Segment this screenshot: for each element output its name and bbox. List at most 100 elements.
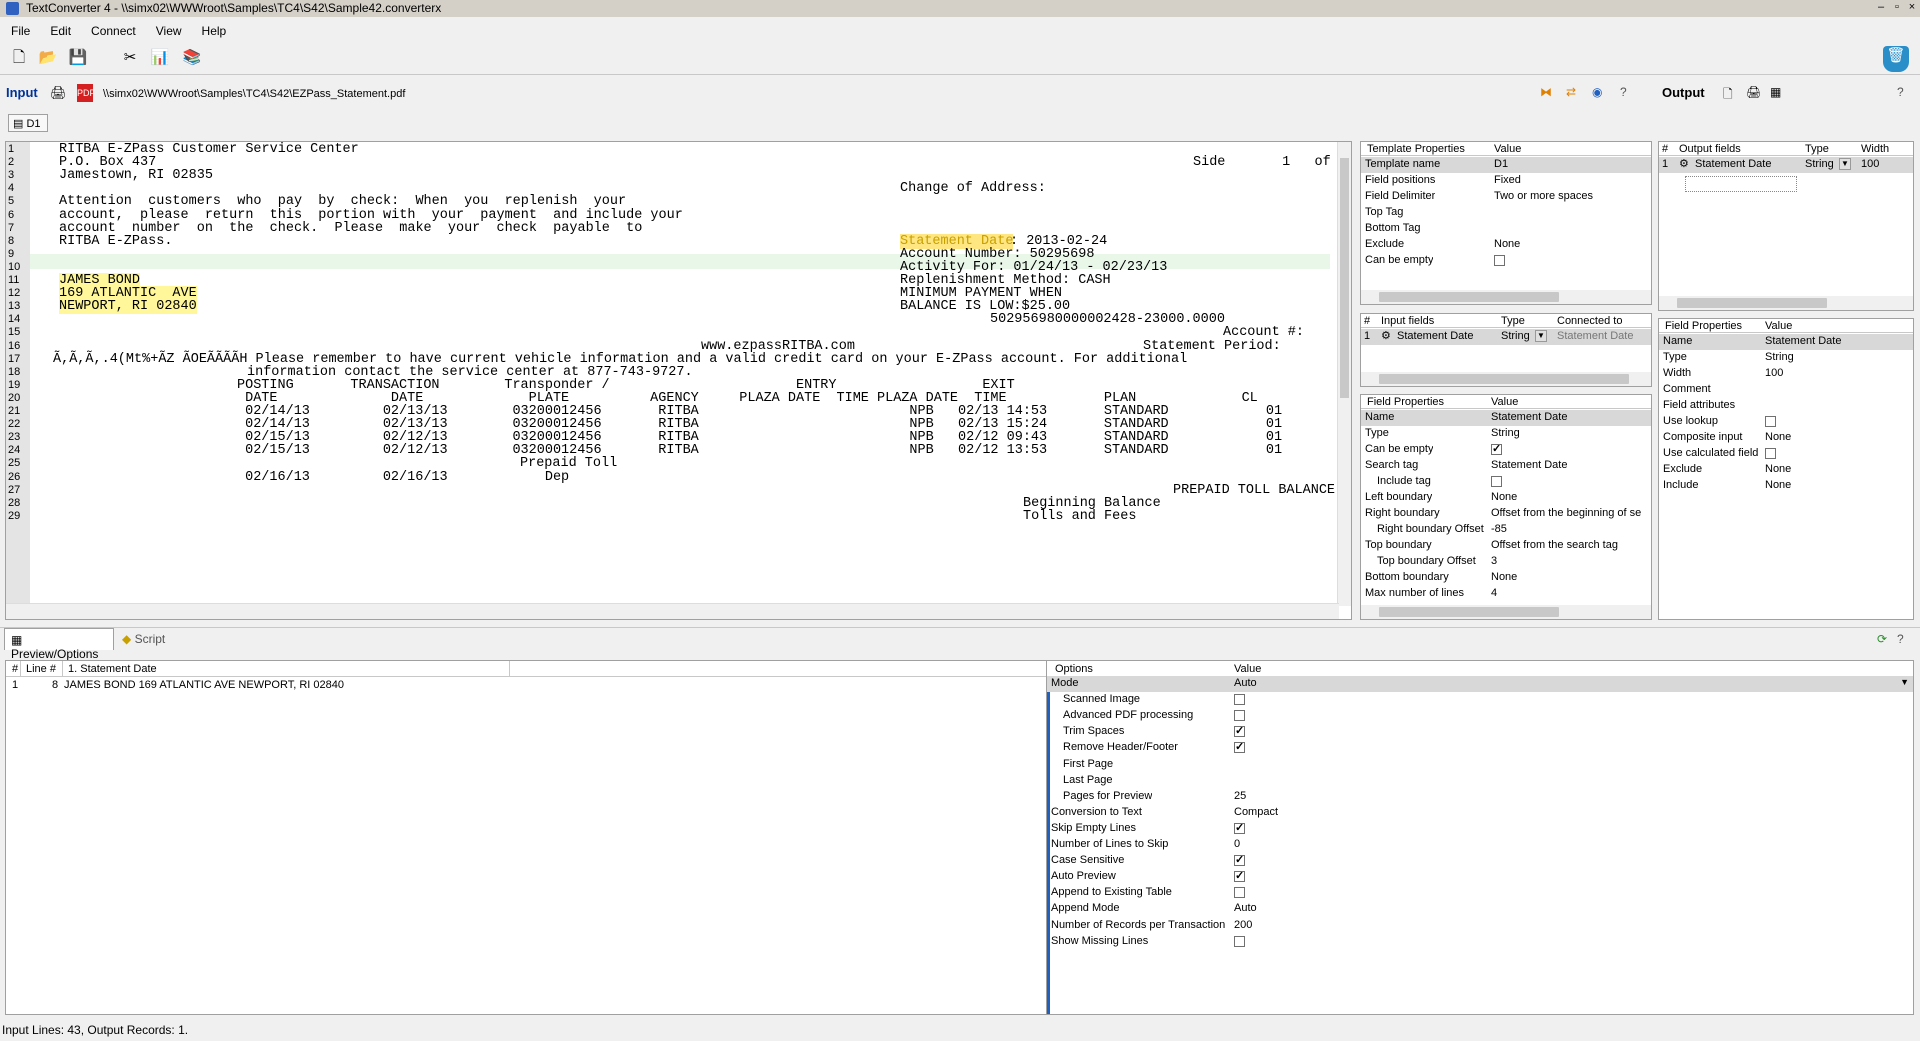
input-field-row[interactable]: 1 ⚙ Statement Date String ▼ Statement Da… xyxy=(1361,329,1651,345)
field_props_in-value[interactable]: String xyxy=(1491,427,1520,439)
field_props_out-row[interactable]: Field attributes xyxy=(1659,398,1913,414)
template-hscroll[interactable] xyxy=(1361,290,1651,304)
field_props_out-checkbox[interactable] xyxy=(1765,416,1776,427)
options-checkbox[interactable] xyxy=(1234,935,1245,947)
field_props_in-value[interactable]: Statement Date xyxy=(1491,459,1567,471)
recycle-bin-icon[interactable]: 🗑 xyxy=(1883,46,1909,72)
field_props_in-row[interactable]: Max number of lines 4 xyxy=(1361,586,1651,602)
help-icon-output[interactable]: ? xyxy=(1897,85,1904,99)
mode-dropdown-icon[interactable]: ▼ xyxy=(1900,677,1909,687)
options-row[interactable]: Show Missing Lines xyxy=(1047,934,1913,950)
field_props_in-value[interactable]: None xyxy=(1491,491,1517,503)
globe-icon[interactable]: ◉ xyxy=(1592,85,1602,99)
menu-connect[interactable]: Connect xyxy=(80,20,145,38)
printer-icon[interactable]: 🖨 xyxy=(50,85,67,101)
field_props_in-row[interactable]: Type String xyxy=(1361,426,1651,442)
menu-help[interactable]: Help xyxy=(191,20,236,38)
close-button[interactable]: × xyxy=(1905,1,1919,13)
template_props-value[interactable]: Two or more spaces xyxy=(1494,190,1593,202)
options-row[interactable]: Number of Records per Transaction 200 xyxy=(1047,918,1913,934)
field_props_in-row[interactable]: Top boundary Offset from the search tag xyxy=(1361,538,1651,554)
split-icon[interactable]: ⧓ xyxy=(1540,85,1552,99)
output-new-icon[interactable]: 🗋 xyxy=(1723,85,1733,106)
template_props-value[interactable]: None xyxy=(1494,238,1520,250)
field_props_in-checkbox[interactable] xyxy=(1491,444,1502,455)
output-field-row[interactable]: 1 ⚙ Statement Date String ▼ 100 xyxy=(1659,157,1913,173)
options-row[interactable]: Case Sensitive xyxy=(1047,853,1913,869)
options-checkbox[interactable] xyxy=(1234,855,1245,867)
options-value[interactable]: 200 xyxy=(1234,919,1252,931)
library-icon[interactable]: 📚 xyxy=(182,48,202,68)
field_props_in-value[interactable]: Statement Date xyxy=(1491,411,1567,423)
save-icon[interactable]: 💾 xyxy=(68,48,88,68)
maximize-button[interactable]: ▫ xyxy=(1890,1,1904,13)
document-hscroll[interactable] xyxy=(6,603,1339,619)
field_props_in-value[interactable]: Offset from the beginning of se xyxy=(1491,507,1641,519)
options-row[interactable]: Mode Auto ▼ xyxy=(1047,676,1913,693)
options-checkbox[interactable] xyxy=(1234,694,1245,706)
field_props_in-row[interactable]: Right boundary Offset -85 xyxy=(1361,522,1651,538)
field_props_out-row[interactable]: Width 100 xyxy=(1659,366,1913,382)
field_props_out-value[interactable]: String xyxy=(1765,351,1794,363)
preview-grid[interactable]: # Line # 1. Statement Date 1 8 JAMES BON… xyxy=(5,660,1047,1015)
output-field-properties-grid[interactable]: Field Properties Value Name Statement Date… xyxy=(1658,318,1914,620)
input-field-type[interactable]: String xyxy=(1501,330,1530,342)
field_props_out-value[interactable]: 100 xyxy=(1765,367,1783,379)
help-icon-input[interactable]: ? xyxy=(1620,85,1627,99)
options-value[interactable]: Auto xyxy=(1234,902,1257,914)
options-row[interactable]: Number of Lines to Skip 0 xyxy=(1047,837,1913,853)
output-print-icon[interactable]: 🖨 xyxy=(1746,85,1761,99)
output-fields-hscroll[interactable] xyxy=(1659,296,1913,310)
field-props-hscroll[interactable] xyxy=(1361,605,1651,619)
options-row[interactable]: First Page xyxy=(1047,757,1913,773)
menu-view[interactable]: View xyxy=(145,20,191,38)
field_props_in-row[interactable]: Bottom boundary None xyxy=(1361,570,1651,586)
options-row[interactable]: Remove Header/Footer xyxy=(1047,740,1913,756)
field_props_out-checkbox[interactable] xyxy=(1765,448,1776,459)
field_props_out-row[interactable]: Use lookup xyxy=(1659,414,1913,430)
options-value[interactable]: 25 xyxy=(1234,790,1246,802)
new-file-icon[interactable]: 🗋 xyxy=(9,48,29,68)
tools-icon[interactable]: ✂ xyxy=(120,48,140,68)
template_props-row[interactable]: Template name D1 xyxy=(1361,157,1651,173)
field_props_in-checkbox[interactable] xyxy=(1491,476,1502,487)
template_props-checkbox[interactable] xyxy=(1494,255,1505,266)
template_props-row[interactable]: Can be empty xyxy=(1361,253,1651,269)
input-fields-grid[interactable]: # Input fields Type Connected to 1 ⚙ Sta… xyxy=(1360,313,1652,387)
tab-d1[interactable]: ▤ D1 xyxy=(8,114,48,132)
field_props_in-row[interactable]: Top boundary Offset 3 xyxy=(1361,554,1651,570)
field_props_out-row[interactable]: Name Statement Date xyxy=(1659,334,1913,350)
field_props_out-value[interactable]: None xyxy=(1765,431,1791,443)
template_props-row[interactable]: Field Delimiter Two or more spaces xyxy=(1361,189,1651,205)
help-icon-bottom[interactable]: ? xyxy=(1897,632,1904,646)
document-pane[interactable]: 1 2 3 4 5 6 7 8 9 10 11 12 13 14 15 16 17 18 19 20 21 22 23 24 2… xyxy=(5,141,1352,620)
tab-script[interactable]: ◆ Script xyxy=(116,628,176,650)
field_props_out-value[interactable]: Statement Date xyxy=(1765,335,1841,347)
options-row[interactable]: Conversion to Text Compact xyxy=(1047,805,1913,821)
field_props_in-row[interactable]: Search tag Statement Date xyxy=(1361,458,1651,474)
field_props_in-value[interactable]: -85 xyxy=(1491,523,1507,535)
field_props_in-row[interactable]: Include tag xyxy=(1361,474,1651,490)
field_props_out-row[interactable]: Type String xyxy=(1659,350,1913,366)
menu-file[interactable]: File xyxy=(0,20,39,38)
link-icon[interactable]: ⇄ xyxy=(1566,85,1576,99)
output-fields-grid[interactable]: # Output fields Type Width 1 ⚙ Statement… xyxy=(1658,141,1914,311)
menu-edit[interactable]: Edit xyxy=(39,20,80,38)
template-properties-grid[interactable]: Template Properties Value Template name D1… xyxy=(1360,141,1652,305)
options-row[interactable]: Append Mode Auto xyxy=(1047,901,1913,917)
options-checkbox[interactable] xyxy=(1234,822,1245,834)
field_props_in-value[interactable]: None xyxy=(1491,571,1517,583)
options-checkbox[interactable] xyxy=(1234,871,1245,883)
report-icon[interactable]: 📊 xyxy=(150,48,170,68)
field_props_out-row[interactable]: Exclude None xyxy=(1659,462,1913,478)
template_props-value[interactable]: D1 xyxy=(1494,158,1508,170)
minimize-button[interactable]: – xyxy=(1874,1,1888,13)
options-value[interactable]: Compact xyxy=(1234,806,1278,818)
options-checkbox[interactable] xyxy=(1234,742,1245,754)
field_props_in-value[interactable]: 3 xyxy=(1491,555,1497,567)
options-row[interactable]: Pages for Preview 25 xyxy=(1047,789,1913,805)
input-field-properties-grid[interactable]: Field Properties Value Name Statement Date… xyxy=(1360,394,1652,620)
options-checkbox[interactable] xyxy=(1234,887,1245,899)
field_props_in-row[interactable]: Can be empty xyxy=(1361,442,1651,458)
output-table-icon[interactable]: ▦ xyxy=(1770,85,1781,99)
